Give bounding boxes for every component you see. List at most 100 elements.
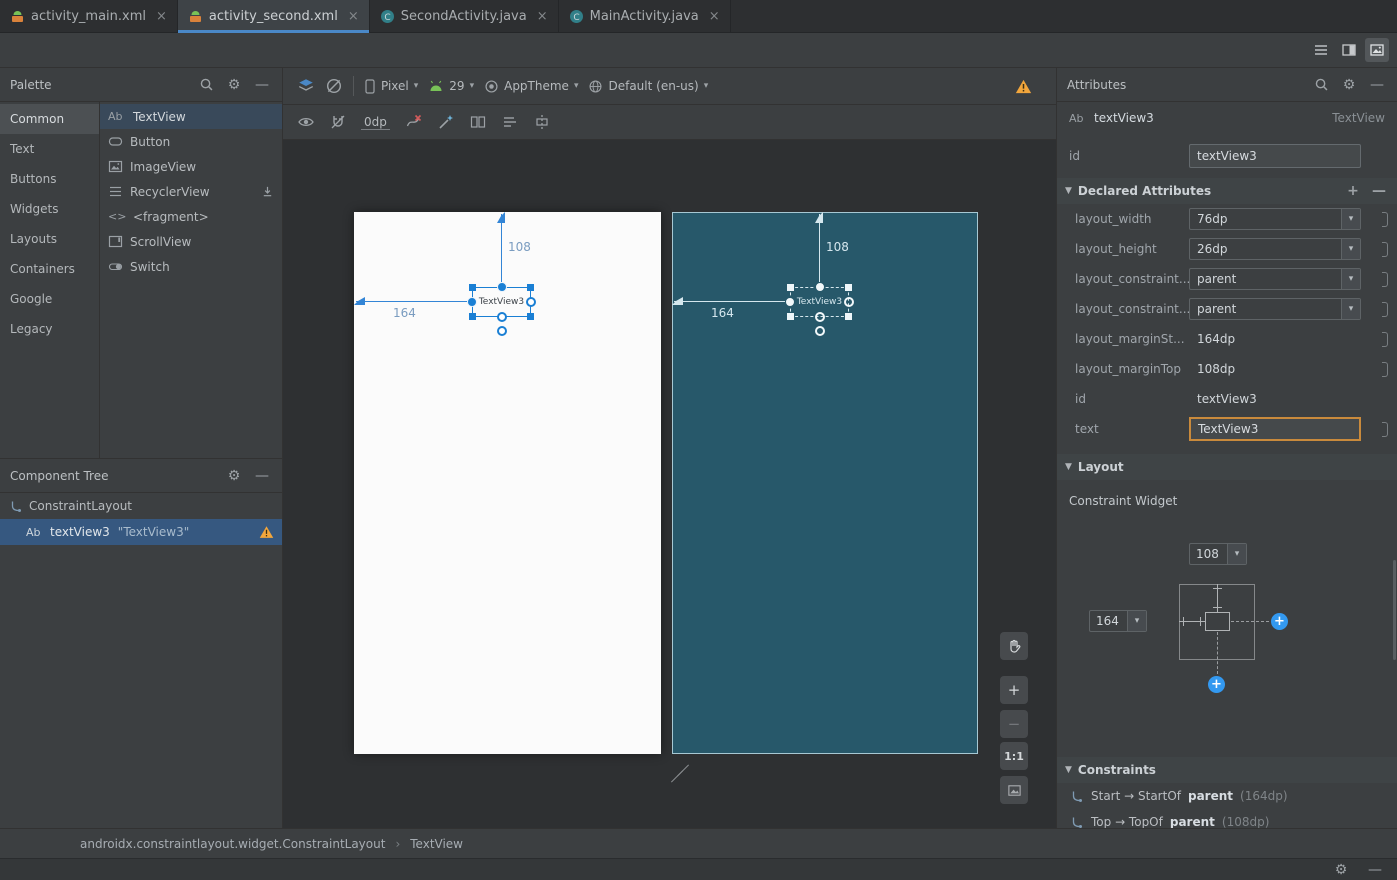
resize-handle-icon[interactable]	[469, 284, 476, 291]
top-margin-connector[interactable]	[1213, 584, 1222, 612]
pack-icon[interactable]	[469, 113, 487, 131]
top-anchor-icon[interactable]	[497, 282, 507, 292]
close-icon[interactable]: ×	[709, 9, 720, 24]
palette-category-layouts[interactable]: Layouts	[0, 224, 99, 254]
tree-item-constraintlayout[interactable]: ConstraintLayout	[0, 493, 282, 519]
palette-item-scrollview[interactable]: ScrollView	[100, 229, 282, 254]
minimize-icon[interactable]: —	[252, 77, 272, 93]
bottom-anchor-icon[interactable]	[815, 312, 825, 322]
bottom-anchor-icon[interactable]	[497, 312, 507, 322]
start-anchor-icon[interactable]	[467, 297, 477, 307]
layout-section-header[interactable]: ▼ Layout	[1057, 454, 1397, 480]
constraint-top-combo[interactable]: parent ▾	[1189, 298, 1361, 320]
palette-item-fragment[interactable]: <> <fragment>	[100, 204, 282, 229]
close-icon[interactable]: ×	[537, 9, 548, 24]
resize-handle-icon[interactable]	[527, 313, 534, 320]
constraint-item-start[interactable]: Start → StartOf parent (164dp)	[1057, 783, 1397, 809]
tab-activity-main-xml[interactable]: activity_main.xml ×	[0, 0, 178, 32]
search-icon[interactable]	[1311, 77, 1331, 92]
clear-constraints-icon[interactable]	[404, 113, 423, 131]
palette-item-button[interactable]: Button	[100, 129, 282, 154]
tab-mainactivity-java[interactable]: C MainActivity.java ×	[559, 0, 731, 32]
palette-item-recyclerview[interactable]: RecyclerView	[100, 179, 282, 204]
palette-category-common[interactable]: Common	[0, 104, 99, 134]
baseline-anchor-icon[interactable]	[497, 326, 507, 336]
text-input[interactable]: TextView3	[1189, 417, 1361, 441]
constraints-section-header[interactable]: ▼ Constraints	[1057, 757, 1397, 783]
canvas-textview-design[interactable]: TextView3	[467, 282, 536, 336]
eye-icon[interactable]	[297, 113, 315, 131]
margin-top-value[interactable]: 108dp	[1197, 362, 1235, 376]
infer-constraints-icon[interactable]	[437, 113, 455, 131]
warning-icon[interactable]	[1015, 79, 1032, 94]
constraint-start-combo[interactable]: parent ▾	[1189, 268, 1361, 290]
chevron-down-icon[interactable]: ▾	[1127, 611, 1146, 631]
resize-handle-icon[interactable]	[469, 313, 476, 320]
gear-icon[interactable]: ⚙	[1331, 862, 1351, 878]
pin-toggle-icon[interactable]	[1382, 302, 1388, 317]
start-anchor-icon[interactable]	[785, 297, 795, 307]
chevron-down-icon[interactable]: ▾	[1341, 269, 1360, 289]
orientation-icon[interactable]	[325, 77, 343, 95]
palette-category-google[interactable]: Google	[0, 284, 99, 314]
canvas-resize-handle[interactable]	[669, 764, 690, 783]
start-margin-combo[interactable]: 164 ▾	[1089, 610, 1147, 632]
default-margin-control[interactable]: 0dp	[361, 115, 390, 130]
screenshot-button[interactable]	[1000, 776, 1028, 804]
zoom-reset-button[interactable]: 1:1	[1000, 742, 1028, 770]
pan-button[interactable]	[1000, 632, 1028, 660]
resize-handle-icon[interactable]	[845, 313, 852, 320]
locale-selector[interactable]: Default (en-us) ▾	[588, 79, 708, 94]
gear-icon[interactable]: ⚙	[224, 77, 244, 93]
search-icon[interactable]	[196, 77, 216, 92]
end-anchor-icon[interactable]	[844, 297, 854, 307]
align-icon[interactable]	[501, 113, 519, 131]
pin-toggle-icon[interactable]	[1382, 422, 1388, 437]
id-value[interactable]: textView3	[1197, 392, 1257, 406]
zoom-in-button[interactable]: +	[1000, 676, 1028, 704]
declared-attributes-section-header[interactable]: ▼ Declared Attributes + —	[1057, 178, 1397, 204]
start-margin-connector[interactable]	[1179, 617, 1205, 626]
chevron-down-icon[interactable]: ▾	[1227, 544, 1246, 564]
minimize-icon[interactable]: —	[1365, 862, 1385, 878]
remove-attribute-icon[interactable]: —	[1369, 183, 1389, 199]
gear-icon[interactable]: ⚙	[224, 468, 244, 484]
code-view-button[interactable]	[1309, 38, 1333, 62]
layers-icon[interactable]	[297, 77, 315, 95]
layout-width-combo[interactable]: 76dp ▾	[1189, 208, 1361, 230]
palette-category-buttons[interactable]: Buttons	[0, 164, 99, 194]
resize-handle-icon[interactable]	[787, 284, 794, 291]
add-end-constraint-button[interactable]: +	[1271, 613, 1288, 630]
close-icon[interactable]: ×	[156, 9, 167, 24]
resize-handle-icon[interactable]	[527, 284, 534, 291]
guideline-icon[interactable]	[533, 113, 551, 131]
palette-item-imageview[interactable]: ImageView	[100, 154, 282, 179]
breadcrumb-element[interactable]: TextView	[410, 837, 463, 851]
top-anchor-icon[interactable]	[815, 282, 825, 292]
palette-category-containers[interactable]: Containers	[0, 254, 99, 284]
palette-category-text[interactable]: Text	[0, 134, 99, 164]
tab-secondactivity-java[interactable]: C SecondActivity.java ×	[370, 0, 559, 32]
palette-category-legacy[interactable]: Legacy	[0, 314, 99, 344]
pin-toggle-icon[interactable]	[1382, 242, 1388, 257]
chevron-down-icon[interactable]: ▾	[1341, 209, 1360, 229]
zoom-out-button[interactable]: −	[1000, 710, 1028, 738]
pin-toggle-icon[interactable]	[1382, 212, 1388, 227]
gear-icon[interactable]: ⚙	[1339, 77, 1359, 93]
theme-selector[interactable]: AppTheme ▾	[484, 79, 578, 94]
chevron-down-icon[interactable]: ▾	[1341, 239, 1360, 259]
split-view-button[interactable]	[1337, 38, 1361, 62]
resize-handle-icon[interactable]	[787, 313, 794, 320]
design-view-button[interactable]	[1365, 38, 1389, 62]
design-surface[interactable]: TextView3 108 164 TextView3 108 164 + − …	[283, 140, 1056, 828]
add-attribute-icon[interactable]: +	[1343, 183, 1363, 199]
margin-start-value[interactable]: 164dp	[1197, 332, 1235, 346]
minimize-icon[interactable]: —	[1367, 77, 1387, 93]
layout-height-combo[interactable]: 26dp ▾	[1189, 238, 1361, 260]
download-icon[interactable]	[261, 185, 274, 198]
id-input[interactable]: textView3	[1189, 144, 1361, 168]
magnet-off-icon[interactable]	[329, 113, 347, 131]
constraint-item-top[interactable]: Top → TopOf parent (108dp)	[1057, 809, 1397, 828]
canvas-textview-blueprint[interactable]: TextView3	[785, 282, 854, 336]
minimize-icon[interactable]: —	[252, 468, 272, 484]
